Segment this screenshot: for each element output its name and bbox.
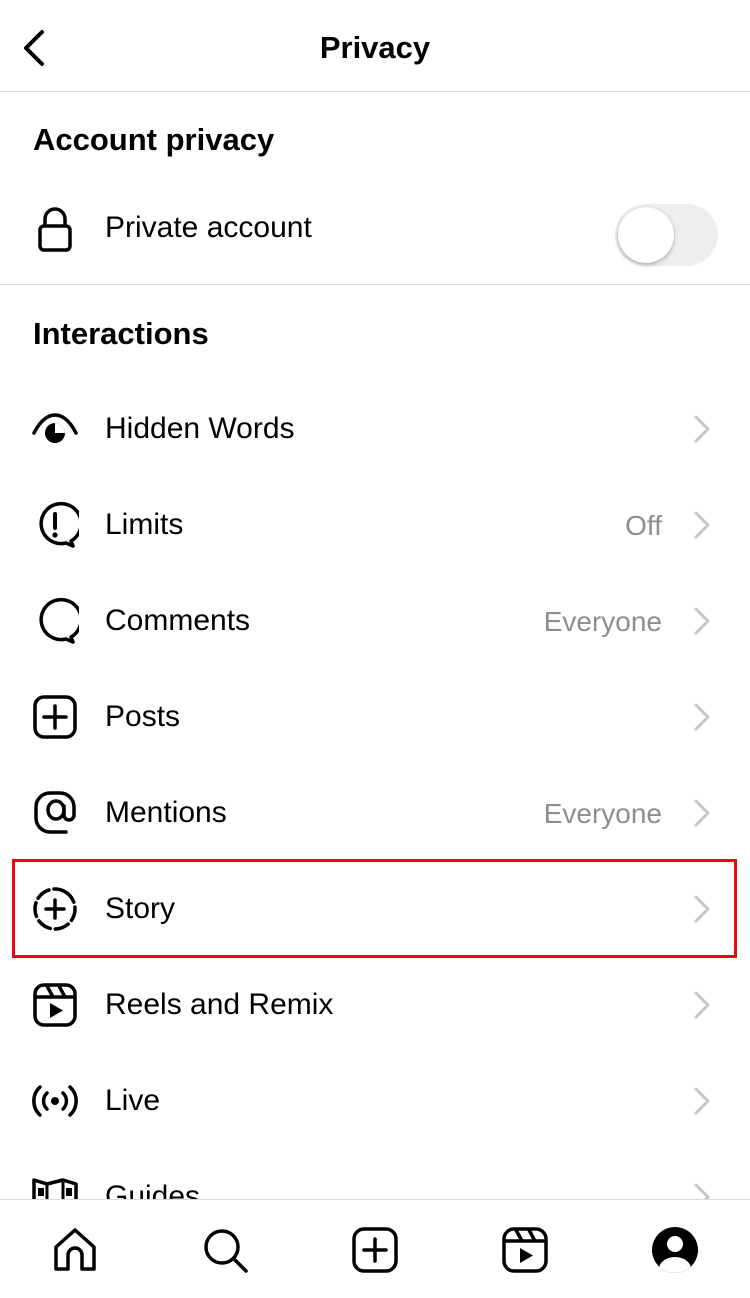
live-icon xyxy=(31,1077,79,1125)
row-value: Everyone xyxy=(543,798,662,829)
row-posts[interactable]: Posts xyxy=(0,669,750,765)
reels-icon xyxy=(31,981,79,1029)
tab-search[interactable] xyxy=(197,1222,253,1278)
chevron-right-icon xyxy=(694,415,710,443)
eye-icon xyxy=(31,405,79,453)
profile-icon xyxy=(652,1227,698,1273)
row-comments[interactable]: Comments Everyone xyxy=(0,573,750,669)
limits-icon xyxy=(31,501,79,549)
row-limits[interactable]: Limits Off xyxy=(0,477,750,573)
row-hidden-words[interactable]: Hidden Words xyxy=(0,381,750,477)
chevron-right-icon xyxy=(694,703,710,731)
row-live[interactable]: Live xyxy=(0,1053,750,1149)
search-icon xyxy=(204,1229,248,1273)
page-title: Privacy xyxy=(319,30,431,65)
story-plus-icon xyxy=(31,885,79,933)
create-icon xyxy=(352,1227,398,1273)
section-divider xyxy=(0,284,750,285)
tab-profile[interactable] xyxy=(647,1222,703,1278)
chevron-right-icon xyxy=(694,799,710,827)
row-reels-and-remix[interactable]: Reels and Remix xyxy=(0,957,750,1053)
row-story[interactable]: Story xyxy=(0,861,750,957)
chevron-right-icon xyxy=(694,1087,710,1115)
row-label: Live xyxy=(105,1084,161,1117)
tab-create[interactable] xyxy=(347,1222,403,1278)
chevron-right-icon xyxy=(694,511,710,539)
section-title-account-privacy: Account privacy xyxy=(33,122,275,157)
private-account-label: Private account xyxy=(105,211,312,244)
row-label: Comments xyxy=(105,604,251,637)
plus-square-icon xyxy=(31,693,79,741)
row-label: Story xyxy=(105,892,176,925)
section-title-interactions: Interactions xyxy=(33,316,209,351)
row-label: Limits xyxy=(105,508,184,541)
row-label: Reels and Remix xyxy=(105,988,334,1021)
chevron-right-icon xyxy=(694,991,710,1019)
chevron-right-icon xyxy=(694,895,710,923)
lock-icon xyxy=(31,206,79,254)
tab-home[interactable] xyxy=(47,1222,103,1278)
reels-tab-icon xyxy=(502,1227,548,1273)
tab-reels[interactable] xyxy=(497,1222,553,1278)
row-label: Mentions xyxy=(105,796,227,829)
row-label: Posts xyxy=(105,700,181,733)
comment-icon xyxy=(31,597,79,645)
row-label: Hidden Words xyxy=(105,412,295,445)
toggle-knob xyxy=(618,207,674,263)
bottom-tab-bar xyxy=(0,1199,750,1298)
row-value: Off xyxy=(625,510,662,541)
chevron-right-icon xyxy=(694,607,710,635)
home-icon xyxy=(54,1228,96,1271)
private-account-toggle[interactable] xyxy=(615,204,718,266)
top-bar: Privacy xyxy=(0,0,750,92)
at-sign-icon xyxy=(31,789,79,837)
row-mentions[interactable]: Mentions Everyone xyxy=(0,765,750,861)
row-value: Everyone xyxy=(543,606,662,637)
